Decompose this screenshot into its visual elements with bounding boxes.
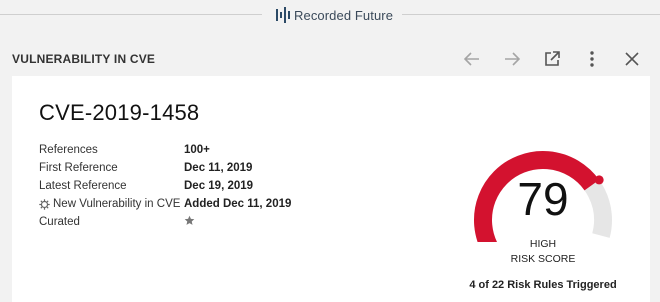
close-button[interactable]	[612, 46, 652, 72]
detail-value: Added Dec 11, 2019	[184, 198, 292, 210]
open-external-icon	[545, 51, 560, 66]
detail-key: Latest Reference	[39, 180, 127, 192]
brand-divider-right	[402, 14, 660, 15]
detail-key: New Vulnerability in CVE	[53, 198, 181, 210]
brand-logo: Recorded Future	[276, 6, 393, 24]
panel-title: VULNERABILITY IN CVE	[12, 52, 156, 66]
forward-arrow-icon	[505, 52, 520, 66]
detail-row-risk-rule: New Vulnerability in CVE Added Dec 11, 2…	[39, 195, 291, 213]
back-arrow-icon	[464, 52, 479, 66]
detail-value: 100+	[184, 144, 210, 156]
details-list: References 100+ First Reference Dec 11, …	[39, 141, 291, 231]
back-button[interactable]	[452, 46, 492, 72]
more-vertical-icon	[590, 51, 594, 67]
detail-row-first-reference: First Reference Dec 11, 2019	[39, 159, 291, 177]
detail-key-with-icon: New Vulnerability in CVE	[39, 198, 184, 210]
risk-score-label: RISK SCORE	[510, 253, 576, 265]
detail-row-latest-reference: Latest Reference Dec 19, 2019	[39, 177, 291, 195]
vulnerability-card: CVE-2019-1458 References 100+ First Refe…	[12, 76, 650, 302]
cve-id-title: CVE-2019-1458	[39, 100, 200, 125]
brand-bar: Recorded Future	[0, 0, 660, 30]
close-icon	[625, 52, 639, 66]
detail-key: First Reference	[39, 162, 118, 174]
detail-row-curated: Curated	[39, 213, 291, 231]
forward-button[interactable]	[492, 46, 532, 72]
curated-indicator	[184, 215, 195, 229]
star-icon	[184, 215, 195, 225]
rule-gear-icon	[39, 198, 50, 210]
brand-name: Recorded Future	[294, 7, 394, 23]
more-options-button[interactable]	[572, 46, 612, 72]
risk-level: HIGH	[529, 238, 557, 250]
risk-score-value: 79	[517, 173, 569, 225]
detail-value: Dec 11, 2019	[184, 162, 253, 174]
detail-key: Curated	[39, 216, 80, 228]
detail-key: References	[39, 144, 98, 156]
risk-rules-triggered[interactable]: 4 of 22 Risk Rules Triggered	[458, 279, 628, 291]
header-toolbar	[452, 46, 652, 72]
open-external-button[interactable]	[532, 46, 572, 72]
recorded-future-logo-icon	[276, 7, 290, 23]
brand-divider-left	[0, 14, 262, 15]
detail-row-references: References 100+	[39, 141, 291, 159]
detail-value: Dec 19, 2019	[184, 180, 254, 192]
